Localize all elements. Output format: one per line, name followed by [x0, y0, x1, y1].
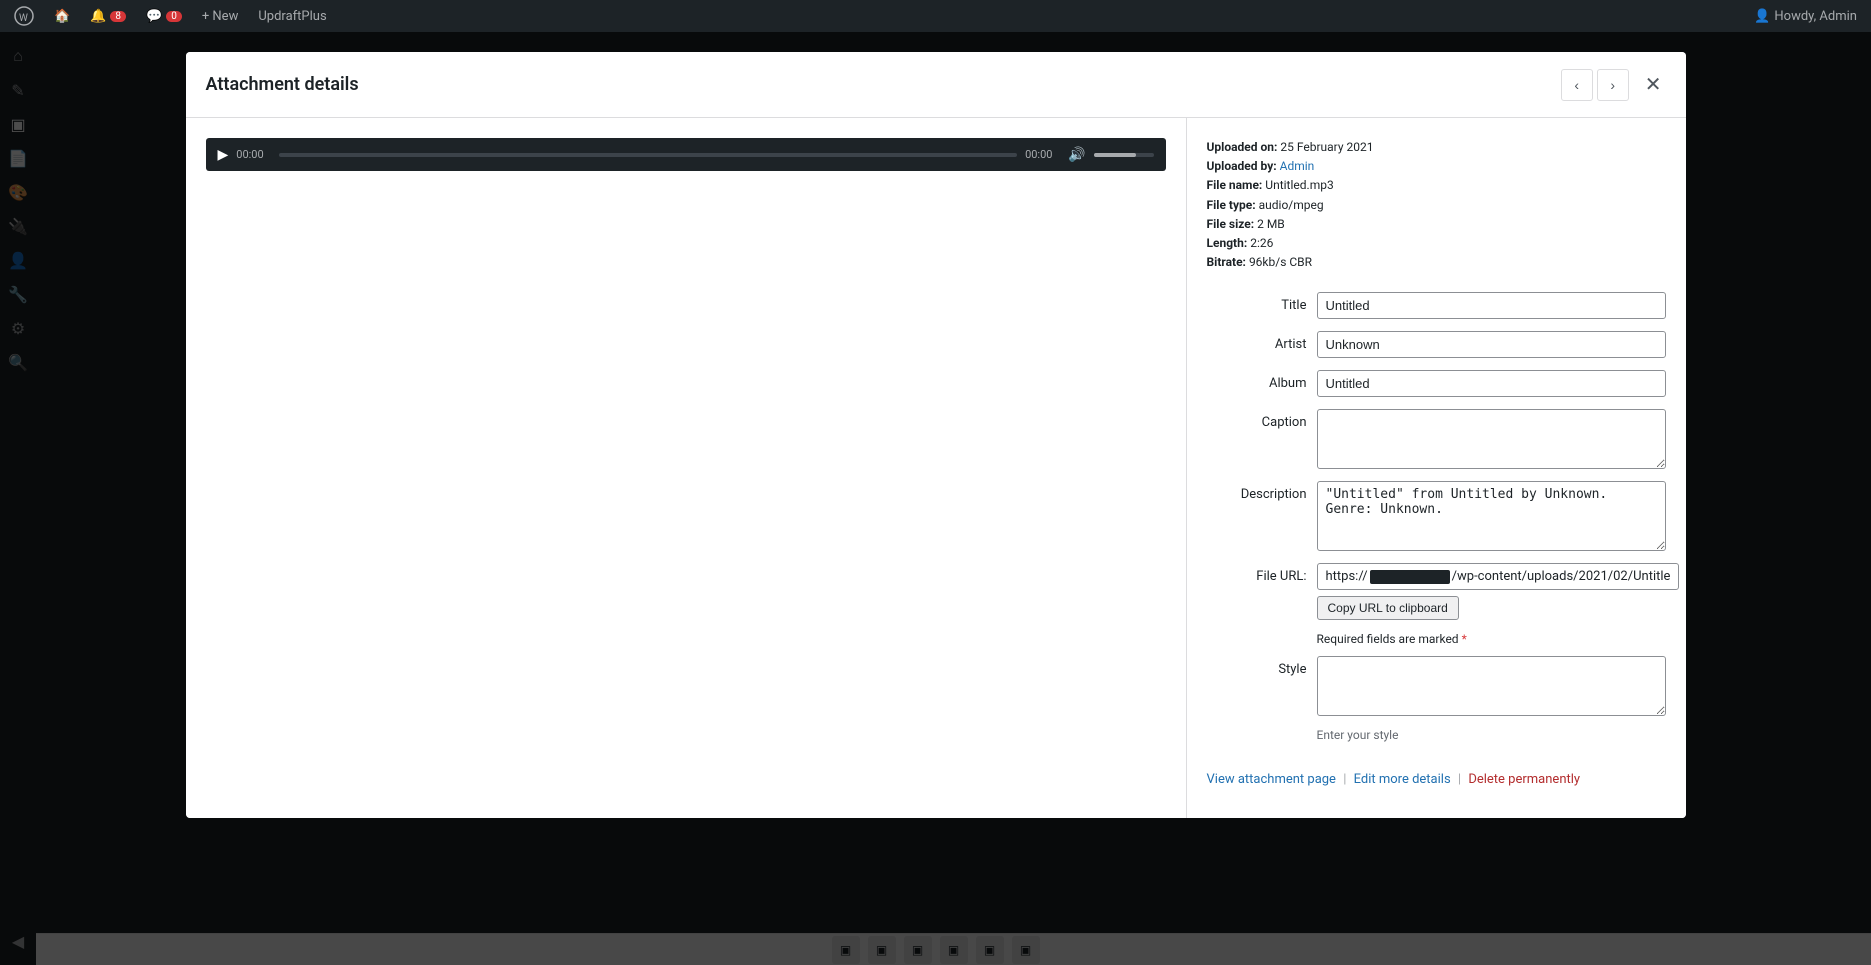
duration-display: 00:00 — [1025, 148, 1060, 161]
title-input[interactable] — [1317, 292, 1666, 319]
album-label: Album — [1207, 370, 1307, 391]
modal-overlay: Attachment details ‹ › ✕ ▶ 00:00 — [0, 32, 1871, 965]
bitrate-row: Bitrate: 96kb/s CBR — [1207, 253, 1666, 272]
file-name-label: File name: — [1207, 178, 1263, 192]
uploaded-on-value: 25 February 2021 — [1280, 140, 1373, 154]
length-value: 2:26 — [1250, 236, 1273, 250]
admin-user-button[interactable]: 👤 Howdy, Admin — [1748, 9, 1863, 24]
style-label: Style — [1207, 656, 1307, 677]
length-label: Length: — [1207, 236, 1248, 250]
file-url-field-group: File URL: https:///wp-content/uploads/20… — [1207, 563, 1666, 620]
updates-badge: 8 — [110, 11, 126, 22]
file-metadata: Uploaded on: 25 February 2021 Uploaded b… — [1207, 138, 1666, 272]
uploaded-by-label: Uploaded by: — [1207, 159, 1277, 173]
style-field-group: Style — [1207, 656, 1666, 716]
updates-button[interactable]: 🔔 8 — [84, 9, 132, 24]
prev-attachment-button[interactable]: ‹ — [1561, 69, 1593, 101]
artist-label: Artist — [1207, 331, 1307, 352]
file-name-row: File name: Untitled.mp3 — [1207, 176, 1666, 195]
file-type-label: File type: — [1207, 198, 1256, 212]
style-textarea[interactable] — [1317, 656, 1666, 716]
current-time-display: 00:00 — [236, 148, 271, 161]
site-home-button[interactable]: 🏠 — [48, 9, 76, 24]
footer-links: View attachment page | Edit more details… — [1207, 762, 1666, 787]
caption-label: Caption — [1207, 409, 1307, 430]
bitrate-value: 96kb/s CBR — [1249, 255, 1312, 269]
description-label: Description — [1207, 481, 1307, 502]
album-field-group: Album — [1207, 370, 1666, 397]
required-fields-notice: Required fields are marked * — [1317, 632, 1666, 646]
updraftplus-button[interactable]: UpdraftPlus — [252, 9, 332, 24]
file-size-row: File size: 2 MB — [1207, 215, 1666, 234]
uploaded-by-link[interactable]: Admin — [1280, 159, 1315, 173]
admin-bar: W 🏠 🔔 8 💬 0 + New UpdraftPlus 👤 Howdy, A… — [0, 0, 1871, 32]
artist-input[interactable] — [1317, 331, 1666, 358]
description-field-group: Description "Untitled" from Untitled by … — [1207, 481, 1666, 551]
caption-field-group: Caption — [1207, 409, 1666, 469]
caption-textarea[interactable] — [1317, 409, 1666, 469]
media-preview-area: ▶ 00:00 00:00 🔊 — [186, 118, 1186, 818]
uploaded-on-row: Uploaded on: 25 February 2021 — [1207, 138, 1666, 157]
url-prefix: https:// — [1326, 569, 1368, 584]
file-type-value: audio/mpeg — [1259, 198, 1324, 212]
file-size-value: 2 MB — [1257, 217, 1285, 231]
bitrate-label: Bitrate: — [1207, 255, 1246, 269]
play-button[interactable]: ▶ — [218, 146, 229, 163]
next-attachment-button[interactable]: › — [1597, 69, 1629, 101]
admin-bar-right: 👤 Howdy, Admin — [1748, 9, 1863, 24]
url-suffix: /wp-content/uploads/2021/02/Untitle — [1452, 569, 1671, 584]
modal-navigation: ‹ › ✕ — [1561, 68, 1666, 101]
modal-header: Attachment details ‹ › ✕ — [186, 52, 1686, 118]
details-panel: Uploaded on: 25 February 2021 Uploaded b… — [1186, 118, 1686, 818]
delete-permanently-link[interactable]: Delete permanently — [1468, 772, 1580, 787]
modal-body: ▶ 00:00 00:00 🔊 — [186, 118, 1686, 818]
audio-player: ▶ 00:00 00:00 🔊 — [206, 138, 1166, 171]
copy-url-button[interactable]: Copy URL to clipboard — [1317, 596, 1459, 620]
attachment-details-modal: Attachment details ‹ › ✕ ▶ 00:00 — [186, 52, 1686, 818]
title-field-group: Title — [1207, 292, 1666, 319]
mute-button[interactable]: 🔊 — [1068, 146, 1085, 163]
description-textarea[interactable]: "Untitled" from Untitled by Unknown. Gen… — [1317, 481, 1666, 551]
uploaded-on-label: Uploaded on: — [1207, 140, 1278, 154]
file-url-display[interactable]: https:// /wp-content/uploads/2021/02/Unti… — [1317, 563, 1680, 590]
volume-fill — [1094, 153, 1136, 157]
album-input[interactable] — [1317, 370, 1666, 397]
footer-sep-2: | — [1458, 772, 1461, 787]
file-type-row: File type: audio/mpeg — [1207, 196, 1666, 215]
footer-sep-1: | — [1343, 772, 1346, 787]
required-star: * — [1462, 632, 1467, 646]
comments-button[interactable]: 💬 0 — [140, 9, 188, 24]
file-size-label: File size: — [1207, 217, 1255, 231]
uploaded-by-row: Uploaded by: Admin — [1207, 157, 1666, 176]
wp-logo-button[interactable]: W — [8, 6, 40, 26]
title-label: Title — [1207, 292, 1307, 313]
length-row: Length: 2:26 — [1207, 234, 1666, 253]
new-content-button[interactable]: + New — [196, 9, 245, 24]
modal-title: Attachment details — [206, 74, 359, 95]
audio-progress-bar[interactable] — [279, 153, 1017, 157]
volume-slider[interactable] — [1094, 153, 1154, 157]
file-url-label: File URL: — [1207, 563, 1307, 584]
edit-more-details-link[interactable]: Edit more details — [1354, 772, 1451, 787]
url-redacted-portion — [1370, 570, 1450, 584]
view-attachment-link[interactable]: View attachment page — [1207, 772, 1336, 787]
style-hint: Enter your style — [1317, 728, 1666, 742]
svg-text:W: W — [19, 13, 28, 24]
comments-badge: 0 — [166, 11, 182, 22]
close-modal-button[interactable]: ✕ — [1641, 68, 1666, 101]
artist-field-group: Artist — [1207, 331, 1666, 358]
file-name-value: Untitled.mp3 — [1265, 178, 1333, 192]
url-input-wrapper: https:// /wp-content/uploads/2021/02/Unti… — [1317, 563, 1680, 620]
